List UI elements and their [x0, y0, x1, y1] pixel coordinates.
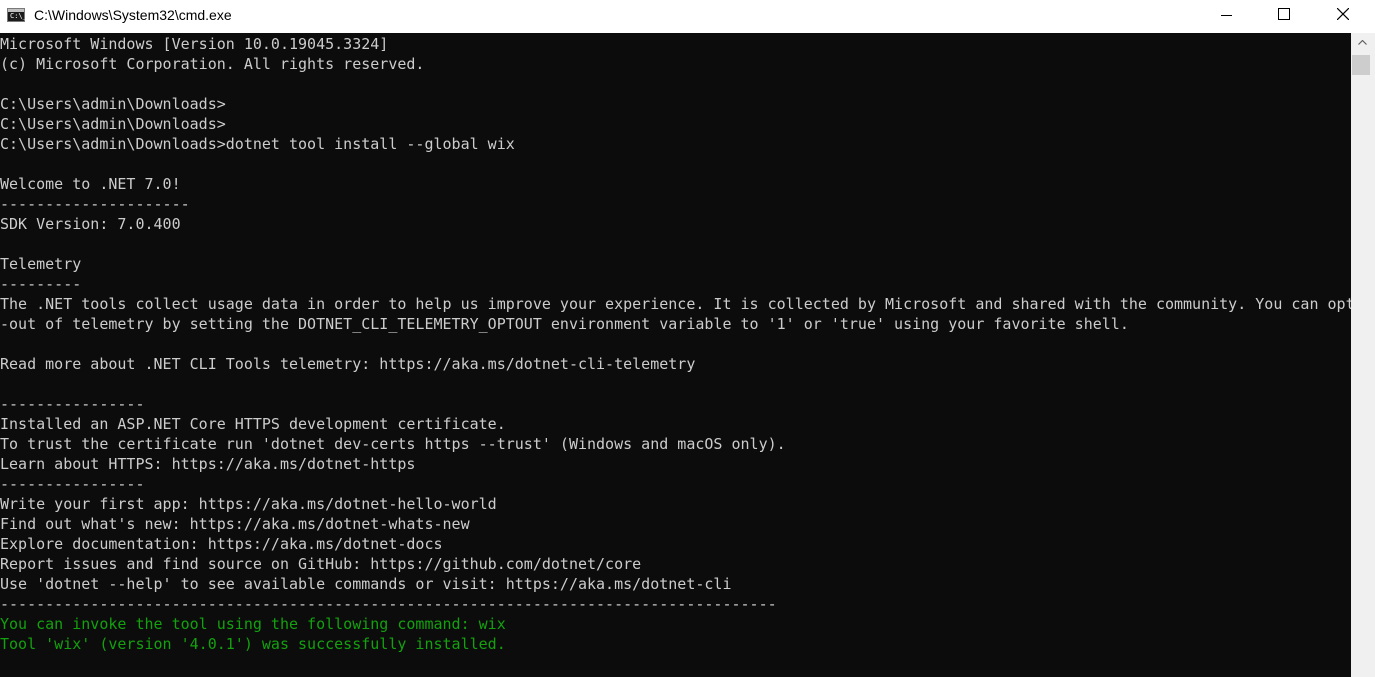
console-line: Installed an ASP.NET Core HTTPS developm…	[0, 415, 506, 433]
console-line: -out of telemetry by setting the DOTNET_…	[0, 315, 1129, 333]
maximize-button[interactable]	[1257, 0, 1315, 33]
minimize-icon	[1221, 15, 1232, 16]
console-line: ----------------	[0, 475, 145, 493]
console-line: SDK Version: 7.0.400	[0, 215, 181, 233]
scroll-thumb[interactable]	[1352, 55, 1370, 75]
console-line: Microsoft Windows [Version 10.0.19045.33…	[0, 35, 389, 53]
console-line: ----------------	[0, 395, 145, 413]
console-line: To trust the certificate run 'dotnet dev…	[0, 435, 786, 453]
console-line: (c) Microsoft Corporation. All rights re…	[0, 55, 425, 73]
console-line: Report issues and find source on GitHub:…	[0, 555, 642, 573]
console-output[interactable]: Microsoft Windows [Version 10.0.19045.33…	[0, 33, 1351, 677]
cmd-window: C:\_ C:\Windows\System32\cmd.exe Microso…	[0, 0, 1375, 677]
console-line: Use 'dotnet --help' to see available com…	[0, 575, 732, 593]
console-line: C:\Users\admin\Downloads>	[0, 95, 226, 113]
console-line: ---------------------	[0, 195, 190, 213]
maximize-icon	[1278, 8, 1290, 20]
console-line: Write your first app: https://aka.ms/dot…	[0, 495, 497, 513]
console-line: Read more about .NET CLI Tools telemetry…	[0, 355, 696, 373]
minimize-button[interactable]	[1199, 0, 1257, 33]
cmd-icon[interactable]: C:\_	[7, 8, 27, 22]
console-line: Telemetry	[0, 255, 82, 273]
close-icon	[1337, 8, 1349, 20]
console-line: Tool 'wix' (version '4.0.1') was success…	[0, 635, 506, 653]
console-line: Find out what's new: https://aka.ms/dotn…	[0, 515, 470, 533]
close-button[interactable]	[1315, 0, 1373, 33]
console-line: Explore documentation: https://aka.ms/do…	[0, 535, 443, 553]
title-bar[interactable]: C:\_ C:\Windows\System32\cmd.exe	[0, 0, 1375, 33]
console-line: Learn about HTTPS: https://aka.ms/dotnet…	[0, 455, 416, 473]
console-line: ---------	[0, 275, 82, 293]
console-line: You can invoke the tool using the follow…	[0, 615, 506, 633]
console-line: C:\Users\admin\Downloads>	[0, 115, 226, 133]
scroll-up-button[interactable]	[1351, 33, 1375, 53]
console-line: ----------------------------------------…	[0, 595, 777, 613]
scroll-up-arrow-icon	[1358, 40, 1367, 45]
console-line: Welcome to .NET 7.0!	[0, 175, 181, 193]
window-title: C:\Windows\System32\cmd.exe	[34, 7, 232, 23]
vertical-scrollbar[interactable]	[1351, 33, 1375, 677]
console-line: C:\Users\admin\Downloads>dotnet tool ins…	[0, 135, 515, 153]
console-line: The .NET tools collect usage data in ord…	[0, 295, 1351, 313]
